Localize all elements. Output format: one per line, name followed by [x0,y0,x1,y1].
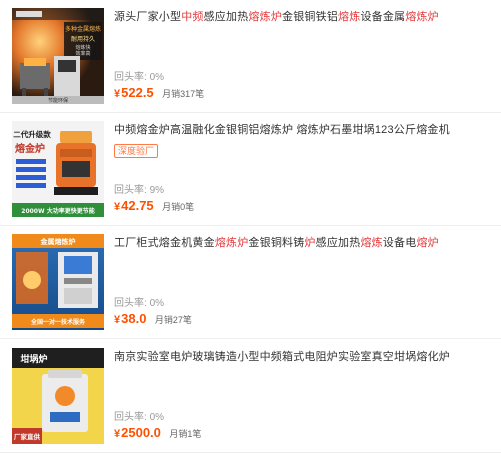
monthly-sales: 月销317笔 [162,89,205,99]
title-text: 金银铜料铸 [248,237,305,249]
currency-symbol: ¥ [114,428,121,440]
thumb-text: 全国一对一技术服务 [30,318,86,326]
repurchase-rate: 回头率: 9% [114,181,164,196]
price[interactable]: ¥42.75 [114,198,154,213]
product-item[interactable]: 金属熔炼炉 全国一对一技术服务 工厂柜式熔金机黄金熔炼炉金银铜料铸炉感应加热熔炼… [0,226,501,339]
repurchase-label: 回头率: [114,185,147,196]
product-info: 南京实验室电炉玻璃铸造小型中频箱式电阻炉实验室真空坩埚熔化炉 回头率: 0% ¥… [114,340,493,453]
title-text: 中频熔金炉高温融化金银铜铝熔炼炉 熔炼炉石墨坩埚123公斤熔金机 [114,124,450,136]
product-title[interactable]: 南京实验室电炉玻璃铸造小型中频箱式电阻炉实验室真空坩埚熔化炉 [114,350,493,364]
price[interactable]: ¥38.0 [114,311,146,326]
repurchase-value: 0% [149,72,165,83]
gold-melting-furnace-image[interactable]: 二代升级款 熔金炉 2000W 大功率更快更节能 [12,121,104,217]
repurchase-rate: 回头率: 0% [114,294,164,309]
price[interactable]: ¥2500.0 [114,425,161,440]
repurchase-label: 回头率: [114,412,147,423]
title-text: 感应加热 [203,11,249,23]
repurchase-rate: 回头率: 0% [114,408,164,423]
thumb-text: 金属熔炼炉 [40,237,76,246]
price-row: ¥38.0 月销27笔 [114,310,192,328]
product-item[interactable]: 二代升级款 熔金炉 2000W 大功率更快更节能 中频熔金炉高温融化金银铜铝熔炼… [0,113,501,226]
title-text: 感应加热 [315,237,361,249]
thumb-text: 厂家直供 [14,432,41,441]
repurchase-label: 回头率: [114,72,147,83]
thumb-text: 多种金属熔炼 [65,25,101,33]
repurchase-value: 9% [149,185,165,196]
thumb-text: 二代升级款 [13,129,51,139]
currency-symbol: ¥ [114,314,121,326]
product-title[interactable]: 源头厂家小型中频感应加热熔炼炉金银铜铁铝熔炼设备金属熔炼炉 [114,10,493,24]
price-value: 42.75 [121,198,154,213]
monthly-sales: 月销27笔 [154,315,192,325]
title-keyword-highlight: 熔炼炉 [248,11,283,23]
price[interactable]: ¥522.5 [114,85,154,100]
product-item[interactable]: 坩埚炉 厂家直供 南京实验室电炉玻璃铸造小型中频箱式电阻炉实验室真空坩埚熔化炉 … [0,340,501,453]
title-text: 设备电 [382,237,417,249]
product-info: 中频熔金炉高温融化金银铜铝熔炼炉 熔炼炉石墨坩埚123公斤熔金机 深度验厂 回头… [114,113,493,226]
product-info: 工厂柜式熔金机黄金熔炼炉金银铜料铸炉感应加热熔炼设备电熔炉 回头率: 0% ¥3… [114,226,493,339]
crucible-furnace-image[interactable]: 坩埚炉 厂家直供 [12,348,104,444]
price-row: ¥42.75 月销0笔 [114,197,194,215]
thumb-text: 节能环保 [48,97,68,104]
cabinet-furnace-image[interactable]: 金属熔炼炉 全国一对一技术服务 [12,234,104,330]
price-value: 38.0 [121,311,147,326]
thumb-text: 熔金炉 [15,142,45,155]
thumb-text: 熔炼快 [75,44,90,51]
title-keyword-highlight: 中频 [181,11,204,23]
title-keyword-highlight: 熔炉 [416,237,439,249]
repurchase-value: 0% [149,412,165,423]
title-keyword-highlight: 熔炼炉 [214,237,249,249]
title-keyword-highlight: 熔炼 [338,11,361,23]
title-keyword-highlight: 熔炼 [360,237,383,249]
furnace-image[interactable]: 多种金属熔炼 耐用持久 熔炼快 效率高 节能环保 [12,8,104,104]
title-text: 设备金属 [360,11,406,23]
title-text: 南京实验室电炉玻璃铸造小型中频箱式电阻炉实验室真空坩埚熔化炉 [114,351,450,363]
title-keyword-highlight: 熔炼炉 [405,11,439,23]
thumb-text: 坩埚炉 [20,353,47,365]
currency-symbol: ¥ [114,88,121,100]
monthly-sales: 月销1笔 [169,429,202,439]
product-info: 源头厂家小型中频感应加热熔炼炉金银铜铁铝熔炼设备金属熔炼炉 回头率: 0% ¥5… [114,0,493,113]
repurchase-label: 回头率: [114,298,147,309]
price-row: ¥2500.0 月销1笔 [114,424,201,442]
thumb-text: 2000W 大功率更快更节能 [21,207,94,215]
thumb-text: 耐用持久 [71,35,95,43]
product-title[interactable]: 中频熔金炉高温融化金银铜铝熔炼炉 熔炼炉石墨坩埚123公斤熔金机 [114,123,493,137]
product-title[interactable]: 工厂柜式熔金机黄金熔炼炉金银铜料铸炉感应加热熔炼设备电熔炉 [114,236,493,250]
title-text: 金银铜铁铝 [282,11,339,23]
divider [0,452,501,453]
price-row: ¥522.5 月销317笔 [114,84,204,102]
price-value: 522.5 [121,85,154,100]
thumb-text: 效率高 [75,50,90,57]
title-text: 工厂柜式熔金机黄金 [114,237,215,249]
product-list: 多种金属熔炼 耐用持久 熔炼快 效率高 节能环保 源头厂家小型中频感应加热熔炼炉… [0,0,501,454]
verified-factory-badge[interactable]: 深度验厂 [114,144,159,158]
monthly-sales: 月销0笔 [162,202,195,212]
title-text: 源头厂家小型 [114,11,182,23]
currency-symbol: ¥ [114,201,121,213]
repurchase-value: 0% [149,298,165,309]
price-value: 2500.0 [121,425,161,440]
product-item[interactable]: 多种金属熔炼 耐用持久 熔炼快 效率高 节能环保 源头厂家小型中频感应加热熔炼炉… [0,0,501,113]
divider [0,338,501,339]
repurchase-rate: 回头率: 0% [114,68,164,83]
title-keyword-highlight: 炉 [304,237,316,249]
